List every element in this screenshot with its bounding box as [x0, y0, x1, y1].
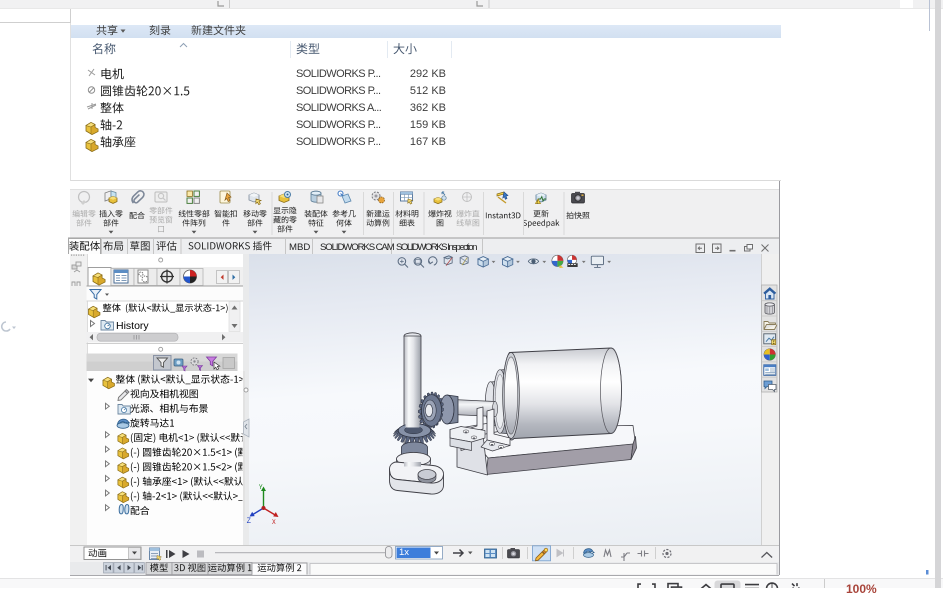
svg-text:!: !: [537, 199, 538, 204]
